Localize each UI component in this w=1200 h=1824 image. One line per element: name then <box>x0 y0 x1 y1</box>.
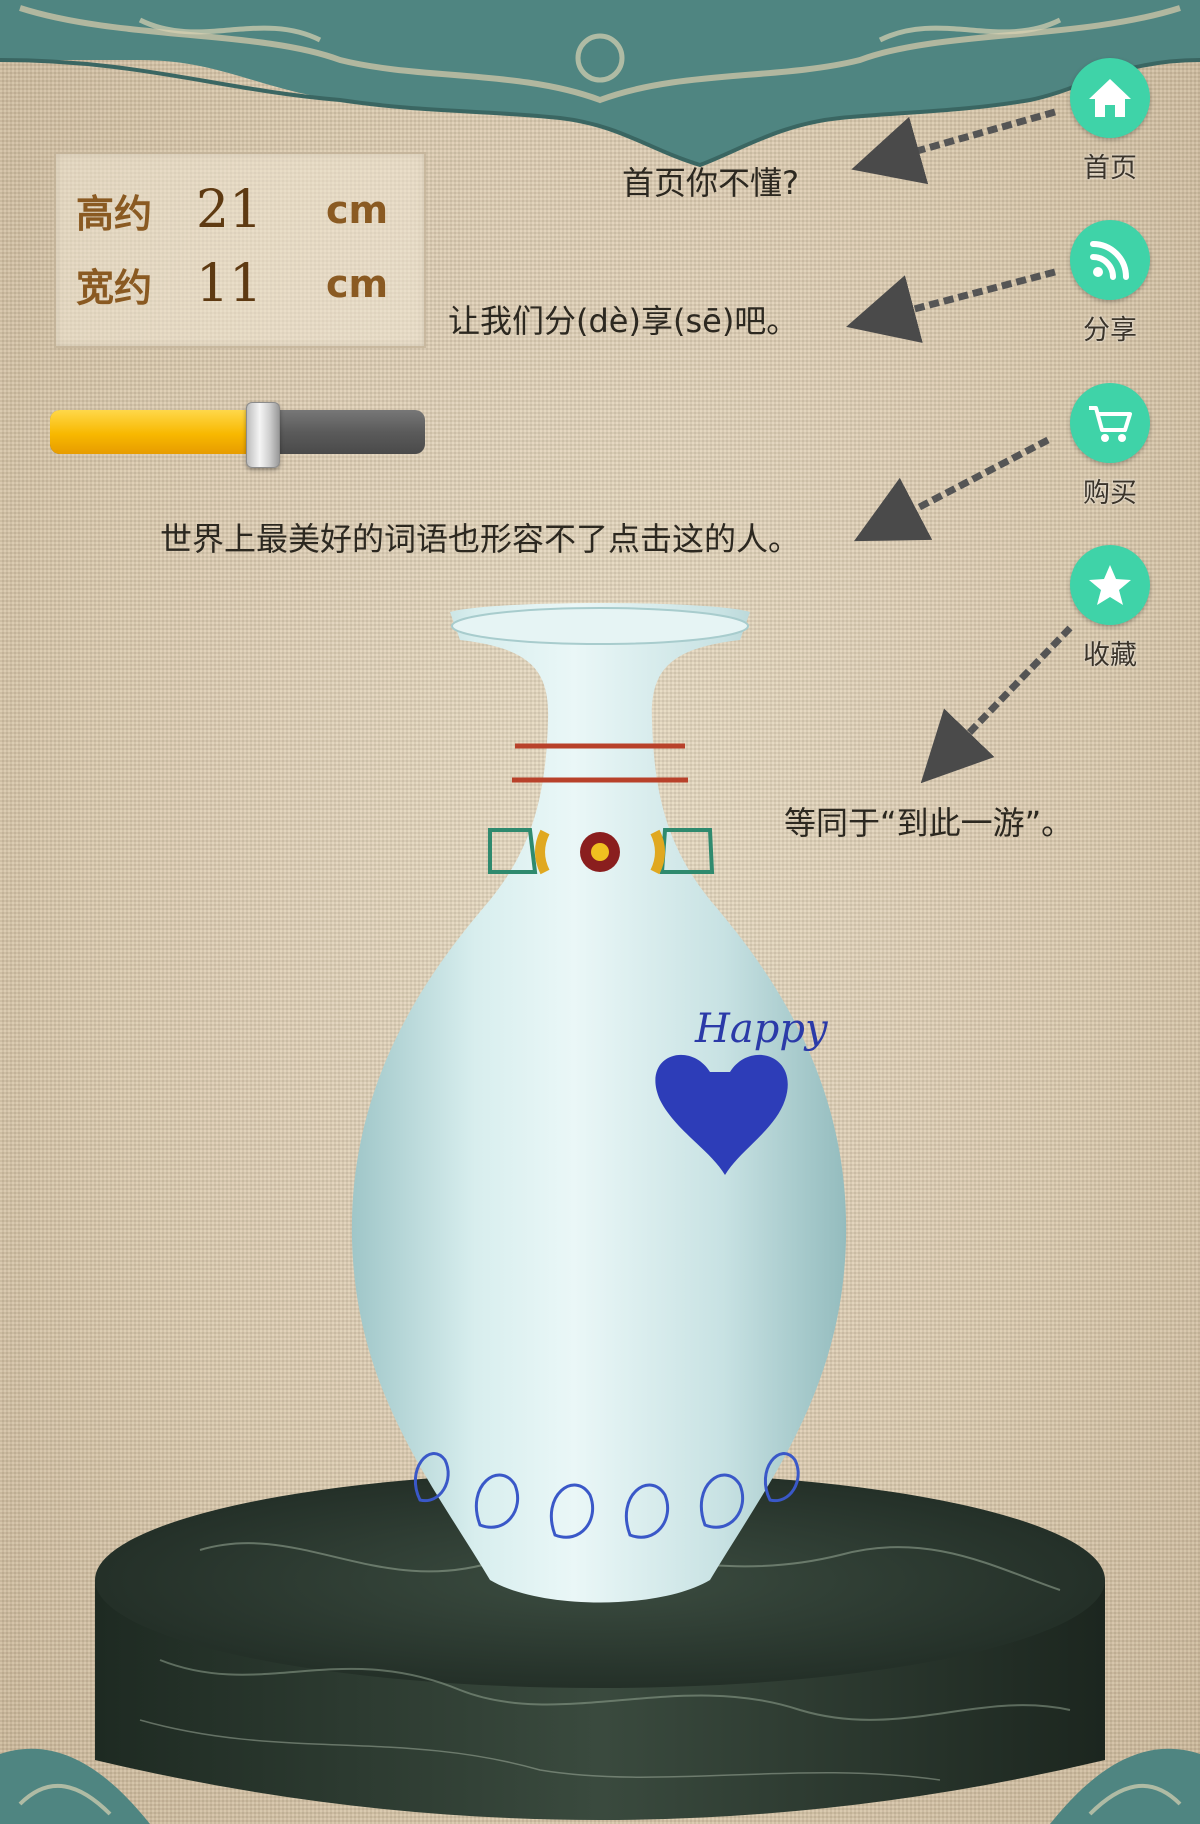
star-icon <box>1089 565 1131 605</box>
vase-happy-text: Happy <box>694 1006 829 1052</box>
height-row: 高约 21 cm <box>76 180 388 240</box>
home-label: 首页 <box>1083 153 1137 184</box>
buy-hint: 世界上最美好的词语也形容不了点击这的人。 <box>160 520 801 558</box>
favorite-circle[interactable] <box>1070 545 1150 625</box>
top-ornament <box>0 0 1200 168</box>
height-label: 高约 <box>76 190 153 236</box>
width-row: 宽约 11 cm <box>76 254 388 314</box>
cart-icon <box>1089 406 1132 442</box>
porcelain-vase: Happy <box>351 603 847 1603</box>
size-info-panel: 高约 21 cm 宽约 11 cm <box>54 152 426 348</box>
favorite-button[interactable]: 收藏 <box>1070 545 1150 672</box>
home-hint: 首页你不懂? <box>622 164 799 202</box>
width-label: 宽约 <box>76 264 153 310</box>
buy-circle[interactable] <box>1070 383 1150 463</box>
favorite-label: 收藏 <box>1083 640 1137 671</box>
share-circle[interactable] <box>1070 220 1150 300</box>
share-hint: 让我们分(dè)享(sē)吧。 <box>448 302 799 340</box>
home-icon <box>1089 79 1131 117</box>
buy-button[interactable]: 购买 <box>1070 383 1150 510</box>
buy-label: 购买 <box>1083 478 1137 509</box>
slider-fill <box>50 410 262 454</box>
slider-knob[interactable] <box>246 402 280 468</box>
home-button[interactable]: 首页 <box>1070 58 1150 185</box>
width-unit: cm <box>326 262 389 306</box>
height-value: 21 <box>196 180 263 240</box>
home-circle[interactable] <box>1070 58 1150 138</box>
share-button[interactable]: 分享 <box>1070 220 1150 347</box>
rss-share-icon <box>1090 241 1129 280</box>
size-slider[interactable] <box>50 402 425 468</box>
share-label: 分享 <box>1083 315 1137 346</box>
height-unit: cm <box>326 188 389 232</box>
width-value: 11 <box>196 254 263 314</box>
